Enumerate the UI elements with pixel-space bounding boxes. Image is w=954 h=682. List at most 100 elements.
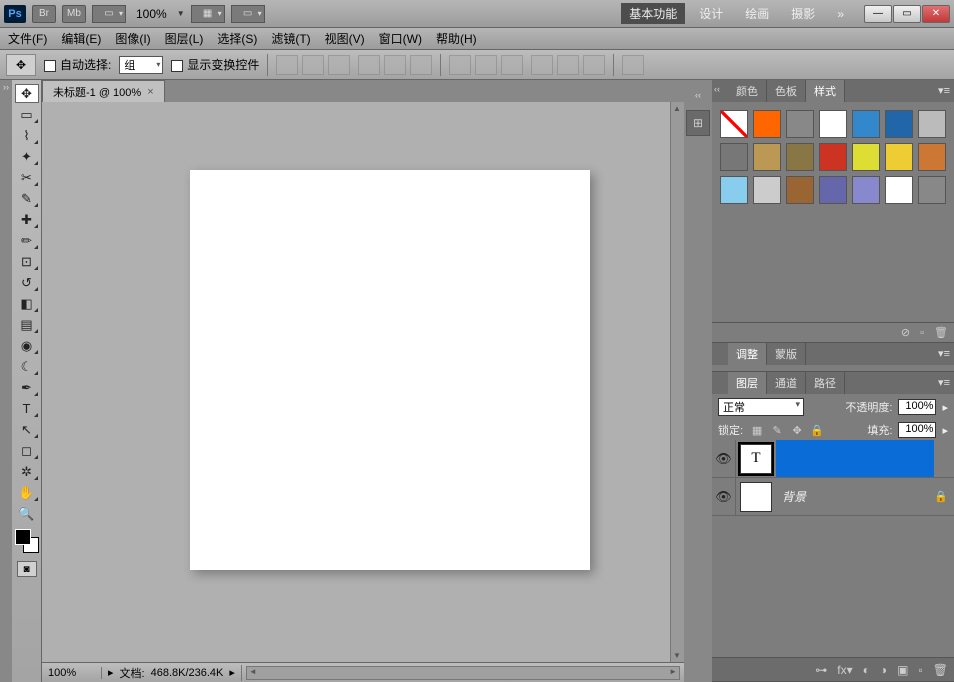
left-dock-strip[interactable]: ›› [0, 80, 12, 682]
workspace-design[interactable]: 设计 [691, 3, 731, 24]
doc-info-dropdown-icon[interactable]: ▸ [229, 666, 235, 679]
style-swatch[interactable] [918, 176, 946, 204]
show-transform-option[interactable]: 显示变换控件 [171, 56, 259, 73]
bridge-button[interactable]: Br [32, 5, 56, 23]
menu-image[interactable]: 图像(I) [115, 30, 150, 47]
layer-name[interactable] [776, 440, 934, 477]
tab-swatches[interactable]: 色板 [767, 80, 806, 102]
document-tab[interactable]: 未标题-1 @ 100% × [42, 80, 165, 102]
layer-thumbnail[interactable] [740, 482, 772, 512]
arrange-dropdown[interactable]: ▦ [191, 5, 225, 23]
opacity-input[interactable]: 100% [898, 399, 936, 415]
panel-menu-icon[interactable]: ▾≡ [938, 84, 950, 97]
tab-adjustments[interactable]: 调整 [728, 343, 767, 365]
menu-help[interactable]: 帮助(H) [436, 30, 477, 47]
lock-transparency-icon[interactable]: ▦ [749, 422, 765, 438]
delete-style-icon[interactable]: 🗑 [934, 326, 948, 339]
hand-tool[interactable]: ✋ [15, 483, 39, 502]
tab-masks[interactable]: 蒙版 [767, 343, 806, 365]
artboard[interactable] [190, 170, 590, 570]
style-swatch[interactable] [753, 110, 781, 138]
style-swatch[interactable] [786, 143, 814, 171]
layer-mask-icon[interactable]: ◐ [863, 663, 870, 677]
lock-pixels-icon[interactable]: ✎ [769, 422, 785, 438]
lock-position-icon[interactable]: ✥ [789, 422, 805, 438]
color-swatches[interactable] [15, 529, 39, 553]
quick-select-tool[interactable]: ✦ [15, 147, 39, 166]
tab-channels[interactable]: 通道 [767, 372, 806, 394]
dist-bottom-icon[interactable] [501, 55, 523, 75]
layer-fx-icon[interactable]: fx▾ [837, 663, 852, 677]
workspace-painting[interactable]: 绘画 [737, 3, 777, 24]
maximize-button[interactable]: ▭ [893, 5, 921, 23]
dist-top-icon[interactable] [449, 55, 471, 75]
align-bottom-icon[interactable] [328, 55, 350, 75]
brush-tool[interactable]: ✏ [15, 231, 39, 250]
auto-select-checkbox[interactable] [44, 60, 56, 72]
dist-hcenter-icon[interactable] [557, 55, 579, 75]
tab-paths[interactable]: 路径 [806, 372, 845, 394]
panel-menu-icon[interactable]: ▾≡ [938, 347, 950, 360]
marquee-tool[interactable]: ▭ [15, 105, 39, 124]
tab-styles[interactable]: 样式 [806, 80, 845, 102]
align-top-icon[interactable] [276, 55, 298, 75]
auto-align-icon[interactable] [622, 55, 644, 75]
close-button[interactable]: ✕ [922, 5, 950, 23]
viewmode-dropdown[interactable]: ▭ [92, 5, 126, 23]
show-transform-checkbox[interactable] [171, 60, 183, 72]
fill-flyout-icon[interactable]: ▸ [942, 424, 948, 437]
new-layer-icon[interactable]: ▫ [919, 663, 923, 677]
lock-all-icon[interactable]: 🔒 [809, 422, 825, 438]
zoom-level[interactable]: 100% [132, 7, 171, 21]
dodge-tool[interactable]: ☾ [15, 357, 39, 376]
style-swatch[interactable] [885, 110, 913, 138]
dist-vcenter-icon[interactable] [475, 55, 497, 75]
status-docsize[interactable]: ▸ 文档: 468.8K/236.4K ▸ [102, 665, 242, 681]
style-swatch[interactable] [819, 143, 847, 171]
style-swatch[interactable] [819, 176, 847, 204]
screenmode-dropdown[interactable]: ▭ [231, 5, 265, 23]
quick-mask-toggle[interactable]: ◙ [17, 561, 37, 577]
layer-name[interactable]: 背景 [776, 478, 934, 515]
opacity-flyout-icon[interactable]: ▸ [942, 401, 948, 414]
panel-menu-icon[interactable]: ▾≡ [938, 376, 950, 389]
link-layers-icon[interactable]: ⊶ [815, 663, 827, 677]
blend-mode-select[interactable]: 正常 [718, 398, 804, 416]
history-brush-tool[interactable]: ↺ [15, 273, 39, 292]
stamp-tool[interactable]: ⊡ [15, 252, 39, 271]
align-right-icon[interactable] [410, 55, 432, 75]
workspace-photography[interactable]: 摄影 [783, 3, 823, 24]
new-style-icon[interactable]: ▫ [920, 327, 924, 339]
eraser-tool[interactable]: ◧ [15, 294, 39, 313]
style-swatch[interactable] [753, 143, 781, 171]
visibility-toggle[interactable]: 👁 [712, 440, 736, 477]
style-swatch[interactable] [786, 176, 814, 204]
3d-tool[interactable]: ✲ [15, 462, 39, 481]
no-style-icon[interactable]: ⊘ [901, 326, 910, 339]
style-swatch[interactable] [720, 176, 748, 204]
shape-tool[interactable]: ◻ [15, 441, 39, 460]
layer-group-icon[interactable]: ▣ [897, 663, 908, 677]
status-zoom[interactable]: 100% [42, 667, 102, 679]
layer-thumbnail[interactable]: T [740, 444, 772, 474]
style-swatch[interactable] [918, 143, 946, 171]
fill-input[interactable]: 100% [898, 422, 936, 438]
lasso-tool[interactable]: ⌇ [15, 126, 39, 145]
layer-row[interactable]: 👁T [712, 440, 954, 478]
style-swatch[interactable] [852, 143, 880, 171]
foreground-color[interactable] [15, 529, 31, 545]
menu-layer[interactable]: 图层(L) [165, 30, 204, 47]
canvas[interactable] [42, 102, 670, 662]
align-vcenter-icon[interactable] [302, 55, 324, 75]
adjustment-layer-icon[interactable]: ◑ [880, 663, 887, 677]
path-select-tool[interactable]: ↖ [15, 420, 39, 439]
style-swatch[interactable] [918, 110, 946, 138]
align-hcenter-icon[interactable] [384, 55, 406, 75]
close-tab-icon[interactable]: × [147, 86, 153, 98]
blur-tool[interactable]: ◉ [15, 336, 39, 355]
pen-tool[interactable]: ✒ [15, 378, 39, 397]
menu-window[interactable]: 窗口(W) [379, 30, 422, 47]
current-tool-indicator[interactable]: ✥ [6, 54, 36, 76]
style-swatch[interactable] [786, 110, 814, 138]
style-swatch[interactable] [753, 176, 781, 204]
